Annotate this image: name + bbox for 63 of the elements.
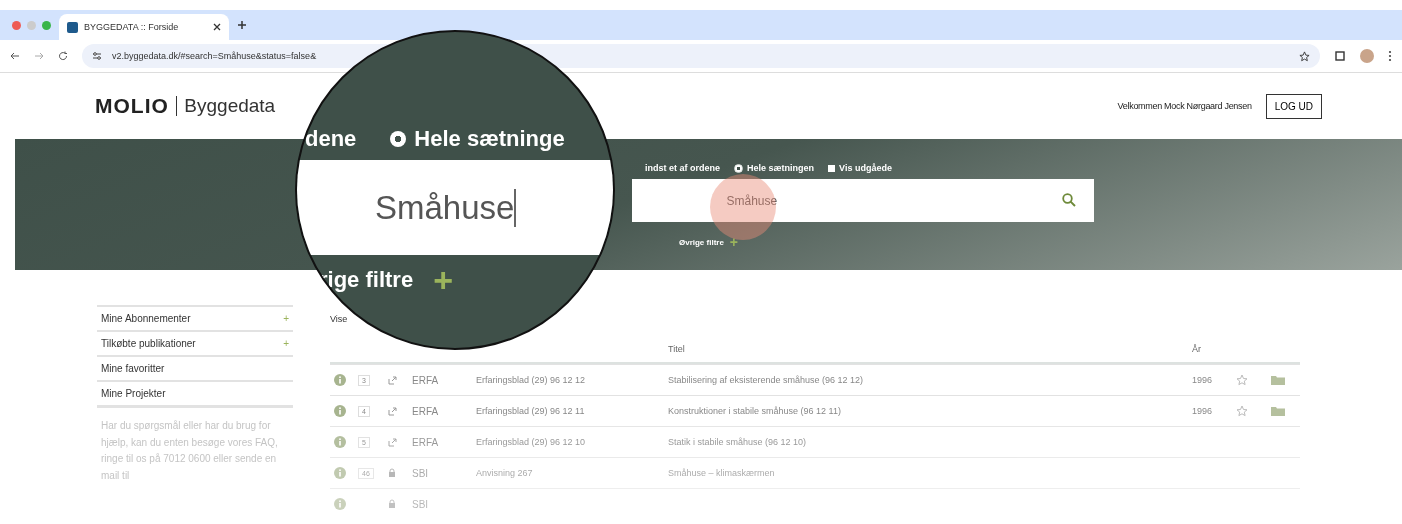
table-cell-text: ERFA <box>412 405 440 417</box>
info-icon[interactable] <box>334 374 346 386</box>
table-cell-text: 1996 <box>1192 375 1214 385</box>
column-header[interactable]: Titel <box>668 344 1192 354</box>
table-cell-text: Anvisning 267 <box>476 468 534 478</box>
profile-avatar[interactable] <box>1360 49 1374 63</box>
product-name: Byggedata <box>184 95 276 117</box>
external-link-icon[interactable] <box>388 406 397 416</box>
checkbox[interactable] <box>828 164 836 172</box>
star-icon[interactable] <box>1236 374 1248 386</box>
browser-tab[interactable]: BYGGEDATA :: Forside <box>59 14 229 40</box>
star-icon[interactable] <box>1236 405 1248 417</box>
add-filter-icon: + <box>433 263 453 297</box>
table-cell-text: Erfaringsblad (29) 96 12 10 <box>476 437 587 447</box>
search-option-label[interactable]: indst et af ordene <box>645 163 721 173</box>
new-tab-icon[interactable] <box>237 20 247 30</box>
star-icon[interactable] <box>1299 50 1310 62</box>
site-settings-icon[interactable] <box>92 51 102 61</box>
menu-icon[interactable] <box>1388 50 1392 62</box>
sidebar-item[interactable]: Mine Abonnementer + <box>97 305 293 330</box>
column-header[interactable]: År <box>1192 344 1236 354</box>
external-link-icon[interactable] <box>388 375 397 385</box>
info-icon[interactable] <box>334 467 346 479</box>
table-cell-text: Erfaringsblad (29) 96 12 11 <box>476 406 586 416</box>
search-icon[interactable] <box>1061 193 1076 207</box>
close-icon[interactable] <box>213 23 221 31</box>
welcome-text: Velkommen Mock Nørgaard Jensen <box>1117 101 1252 111</box>
info-icon[interactable] <box>334 498 346 510</box>
sidebar-item[interactable]: Tilkøbte publikationer + <box>97 330 293 355</box>
search-option-label[interactable]: Hele sætningen <box>747 163 815 173</box>
maximize-window-icon[interactable] <box>42 20 51 30</box>
info-icon[interactable] <box>334 436 346 448</box>
search-option-label: Hele sætninge <box>414 126 565 152</box>
info-icon[interactable] <box>334 405 346 417</box>
search-option-label[interactable]: Vis udgåede <box>839 163 892 173</box>
extensions-icon[interactable] <box>1334 50 1346 62</box>
external-link-icon[interactable] <box>388 437 397 447</box>
folder-icon[interactable] <box>1270 405 1286 417</box>
table-cell-text: Stabilisering af eksisterende småhuse (96 12 12) <box>668 375 865 385</box>
search-option-label: dene <box>305 126 357 152</box>
close-window-icon[interactable] <box>12 20 21 30</box>
table-cell-text: SBI <box>412 498 430 510</box>
reload-icon[interactable] <box>58 51 68 61</box>
sidebar-item[interactable]: Mine favoritter <box>97 355 293 380</box>
table-cell-text: 1996 <box>1192 406 1214 416</box>
logout-button[interactable]: LOG UD <box>1265 93 1322 119</box>
radio-button[interactable] <box>734 163 744 173</box>
table-cell-text: SBI <box>412 467 430 479</box>
more-filters-link[interactable]: Øvrige filtre <box>678 237 724 247</box>
site-icon <box>67 21 78 33</box>
table-cell-text: ERFA <box>412 374 440 386</box>
sidebar-item[interactable]: Mine Projekter <box>97 380 293 408</box>
lock-icon <box>388 468 396 478</box>
folder-icon[interactable] <box>1270 374 1286 386</box>
lock-icon <box>388 499 396 509</box>
table-cell-text: Erfaringsblad (29) 96 12 12 <box>476 375 587 385</box>
results-count-text: Vise <box>330 314 349 324</box>
table-cell-text: Konstruktioner i stabile småhuse (96 12 11) <box>668 406 842 416</box>
logo[interactable]: MOLIO <box>95 94 169 118</box>
forward-icon[interactable] <box>34 51 44 61</box>
table-cell-text: ERFA <box>412 436 440 448</box>
back-icon[interactable] <box>10 51 20 61</box>
table-cell-text: Småhuse – klimaskærmen <box>668 468 776 478</box>
